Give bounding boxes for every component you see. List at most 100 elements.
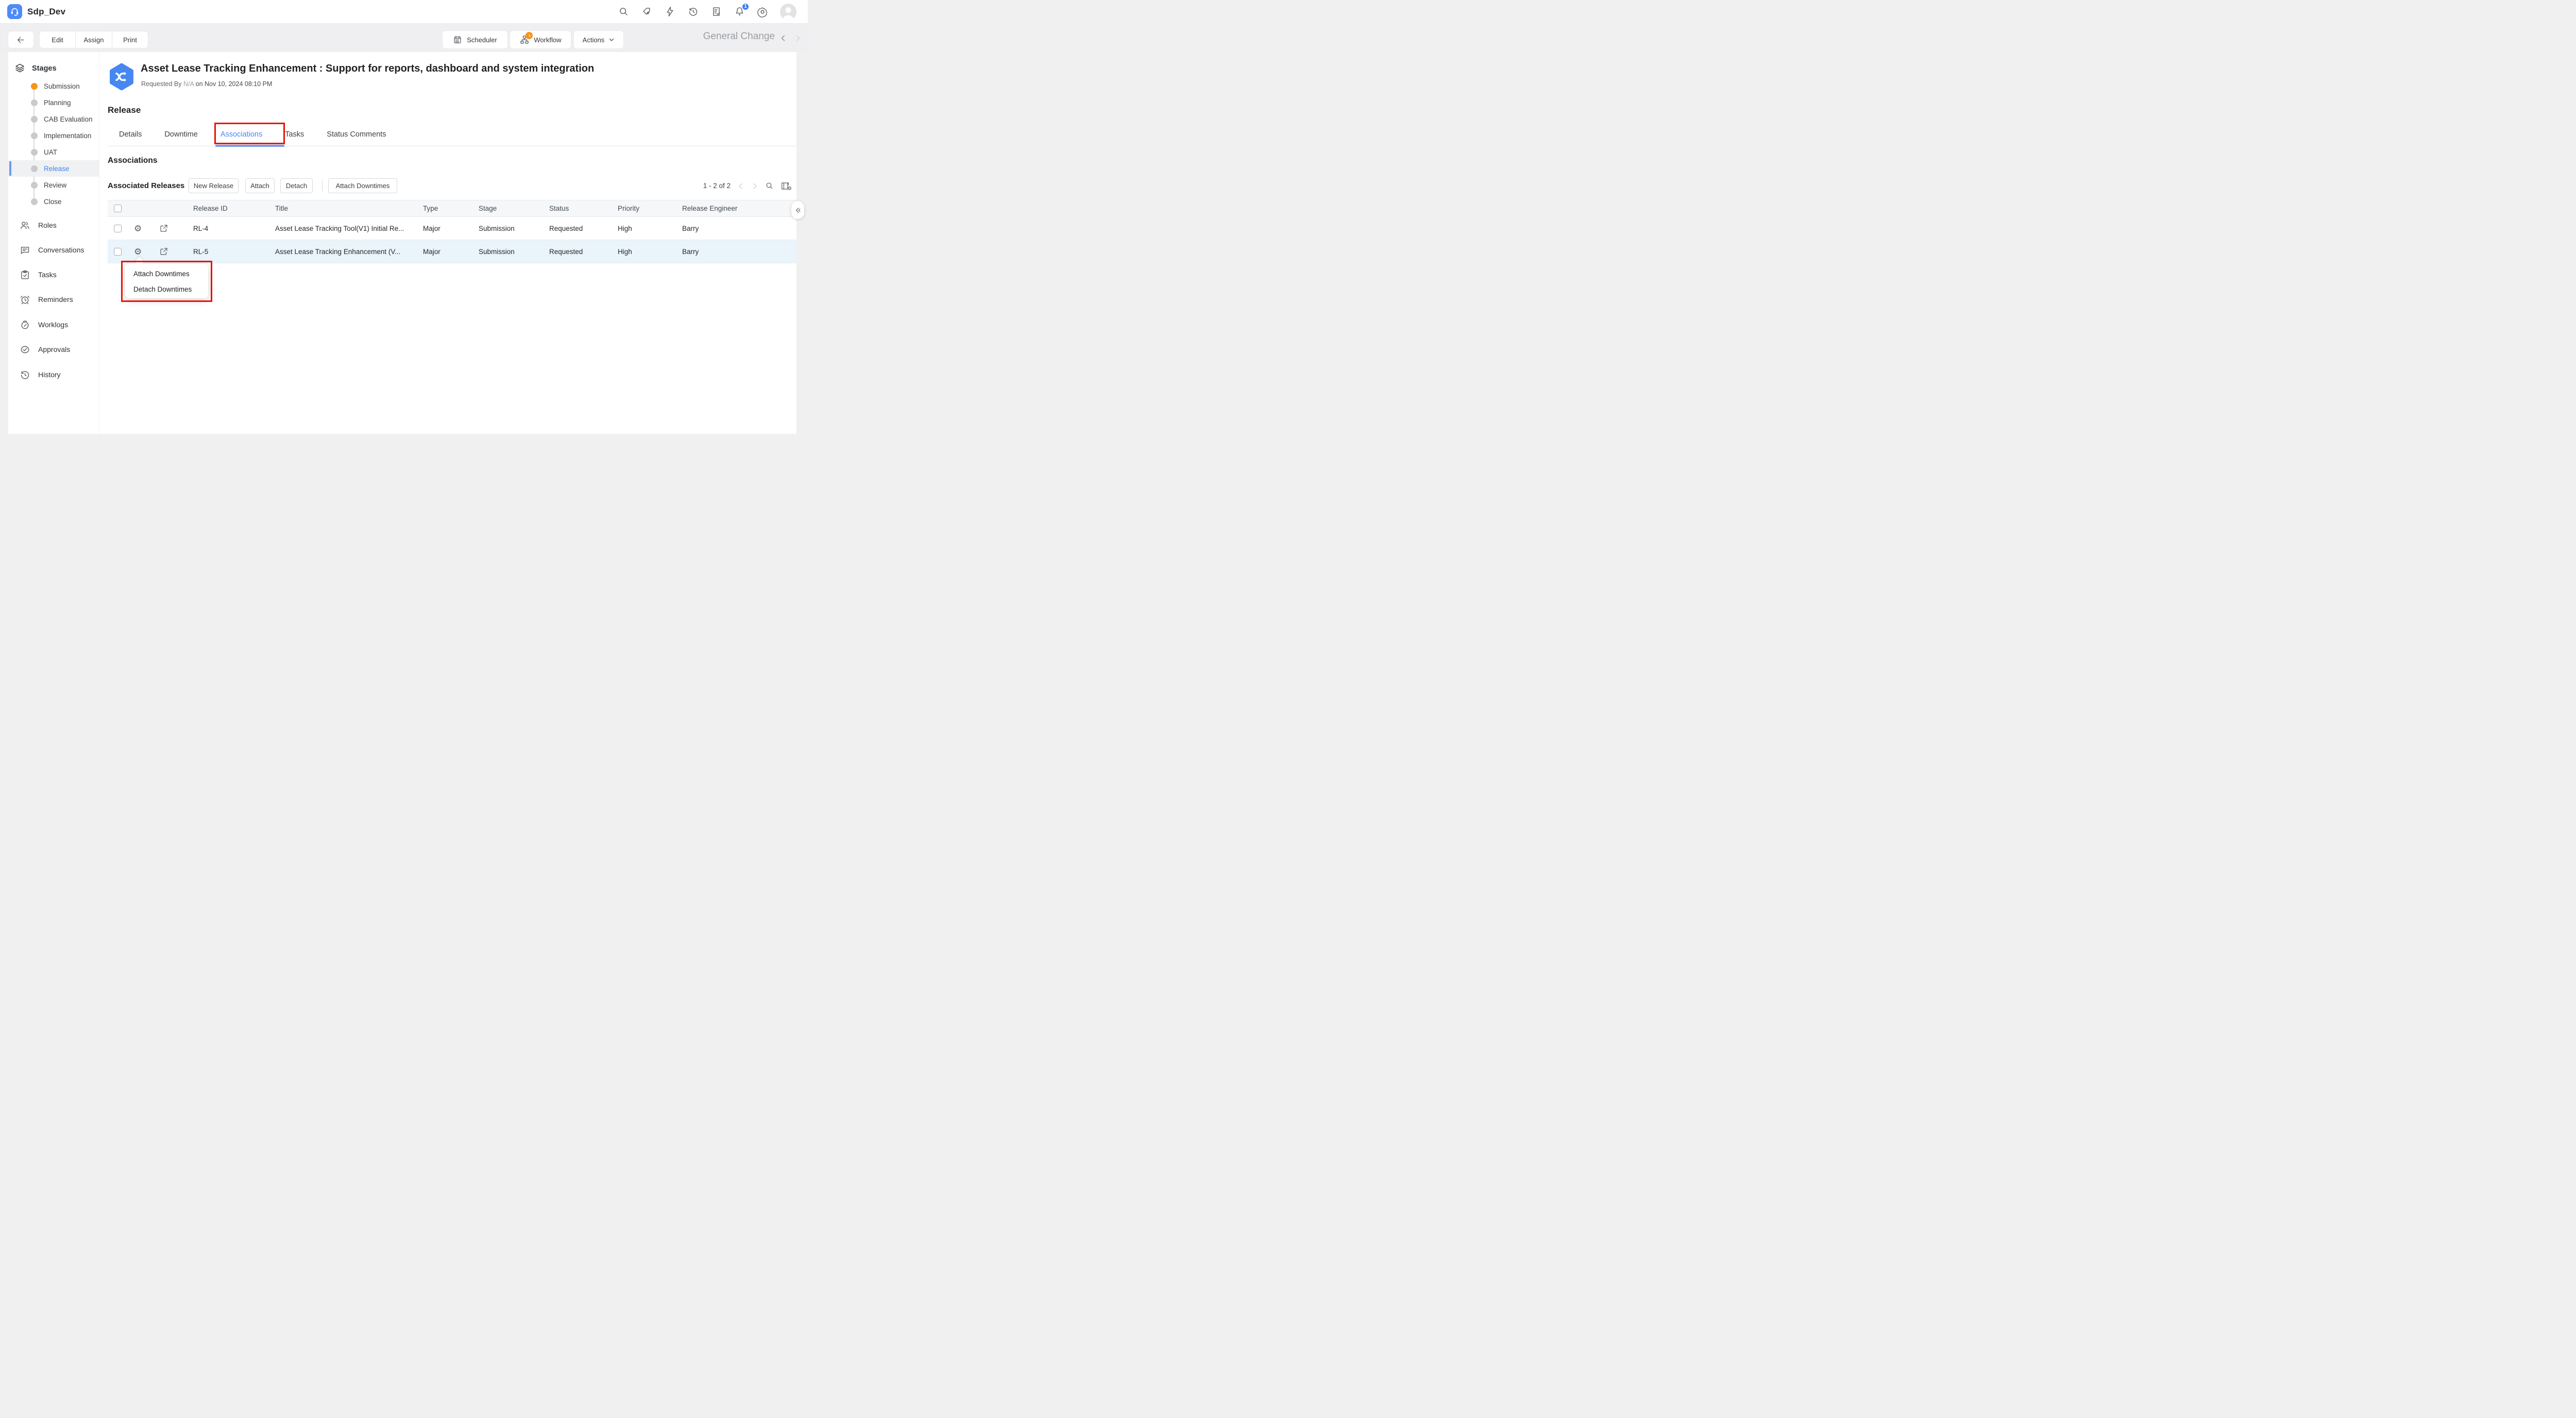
recent-history-icon[interactable] xyxy=(687,6,699,18)
sidebar-item-approvals[interactable]: Approvals xyxy=(8,341,99,358)
col-type[interactable]: Type xyxy=(423,205,479,212)
global-search-icon[interactable] xyxy=(618,6,629,18)
cell-status: Requested xyxy=(549,248,618,256)
stage-item-release-active[interactable]: Release xyxy=(8,160,99,177)
template-add-icon[interactable] xyxy=(641,6,652,18)
requested-by-label: Requested By xyxy=(141,80,182,88)
stage-item-planning[interactable]: Planning xyxy=(8,94,99,111)
page-previous-chevron[interactable] xyxy=(737,182,744,190)
sidebar-item-history[interactable]: History xyxy=(8,366,99,383)
user-avatar[interactable] xyxy=(780,4,796,20)
sidebar-item-tasks[interactable]: Tasks xyxy=(8,266,99,283)
cell-stage: Submission xyxy=(479,225,549,232)
people-icon xyxy=(20,220,30,231)
sidebar-item-label: Roles xyxy=(38,221,57,229)
open-in-new-icon[interactable] xyxy=(159,224,168,233)
stage-dot xyxy=(31,99,38,106)
stage-label: Submission xyxy=(44,82,80,90)
previous-record-chevron[interactable] xyxy=(778,32,788,44)
workflow-button[interactable]: Workflow xyxy=(510,31,571,48)
cell-release-id[interactable]: RL-5 xyxy=(193,248,275,256)
tab-tasks[interactable]: Tasks xyxy=(285,130,304,139)
back-button[interactable] xyxy=(8,31,33,48)
sidebar-item-reminders[interactable]: Reminders xyxy=(8,291,99,308)
stage-dot xyxy=(31,132,38,139)
scheduler-button[interactable]: Scheduler xyxy=(443,31,507,48)
sidebar-item-conversations[interactable]: Conversations xyxy=(8,241,99,259)
double-chevron-left-icon xyxy=(794,206,802,214)
print-button[interactable]: Print xyxy=(112,31,148,48)
settings-gear-icon[interactable] xyxy=(757,6,768,18)
record-type-label: General Change xyxy=(703,31,775,42)
stage-label: CAB Evaluation xyxy=(44,115,93,123)
cell-release-id[interactable]: RL-4 xyxy=(193,225,275,232)
stage-item-review[interactable]: Review xyxy=(8,177,99,193)
col-release-id[interactable]: Release ID xyxy=(193,205,275,212)
table-row-rl4[interactable]: ⚙ RL-4 Asset Lease Tracking Tool(V1) Ini… xyxy=(108,217,796,240)
select-row-checkbox[interactable] xyxy=(114,225,122,232)
tab-downtime[interactable]: Downtime xyxy=(164,130,197,139)
detach-button[interactable]: Detach xyxy=(280,178,313,193)
select-all-checkbox[interactable] xyxy=(114,205,122,212)
cell-priority: High xyxy=(618,248,682,256)
sidebar-item-label: Approvals xyxy=(38,345,70,353)
col-status[interactable]: Status xyxy=(549,205,618,212)
cell-title[interactable]: Asset Lease Tracking Enhancement (V... xyxy=(275,248,423,256)
calendar-icon xyxy=(453,35,462,44)
associated-releases-title: Associated Releases xyxy=(108,181,184,190)
annotation-box-associations-tab xyxy=(214,123,285,144)
workflow-button-label: Workflow xyxy=(534,36,561,44)
quick-actions-bolt-icon[interactable] xyxy=(664,6,675,18)
tab-status-comments[interactable]: Status Comments xyxy=(327,130,386,139)
stage-item-implementation[interactable]: Implementation xyxy=(8,127,99,144)
active-tab-underline xyxy=(215,145,284,147)
list-search-icon[interactable] xyxy=(765,181,774,190)
new-release-button[interactable]: New Release xyxy=(189,178,239,193)
col-title[interactable]: Title xyxy=(275,205,423,212)
assign-button[interactable]: Assign xyxy=(76,31,112,48)
col-stage[interactable]: Stage xyxy=(479,205,549,212)
stage-item-uat[interactable]: UAT xyxy=(8,144,99,160)
column-settings-icon[interactable]: ⚙ xyxy=(781,181,790,191)
expand-side-panel-button[interactable] xyxy=(791,201,804,219)
scheduler-button-label: Scheduler xyxy=(467,36,497,44)
sidebar-item-worklogs[interactable]: Worklogs xyxy=(8,316,99,333)
chevron-down-icon xyxy=(608,37,615,43)
approvals-form-icon[interactable] xyxy=(710,6,722,18)
page-next-chevron[interactable] xyxy=(751,182,758,190)
sidebar-item-roles[interactable]: Roles xyxy=(8,216,99,234)
clipboard-check-icon xyxy=(20,269,30,280)
stage-item-cab-evaluation[interactable]: CAB Evaluation xyxy=(8,111,99,127)
stage-label: UAT xyxy=(44,148,57,156)
stage-dot xyxy=(31,165,38,172)
timer-icon xyxy=(20,319,30,330)
edit-button[interactable]: Edit xyxy=(40,31,75,48)
requested-by-value[interactable]: N/A xyxy=(183,80,194,88)
cell-title[interactable]: Asset Lease Tracking Tool(V1) Initial Re… xyxy=(275,225,423,232)
associations-heading: Associations xyxy=(108,156,157,165)
stage-dot xyxy=(31,116,38,123)
sidebar-item-label: Reminders xyxy=(38,295,73,303)
sidebar-item-label: History xyxy=(38,370,61,379)
select-row-checkbox[interactable] xyxy=(114,248,122,256)
notifications-bell-icon[interactable]: 1 xyxy=(734,6,745,18)
stage-item-close[interactable]: Close xyxy=(8,193,99,210)
stage-item-submission[interactable]: Submission xyxy=(8,78,99,94)
open-in-new-icon[interactable] xyxy=(159,247,168,256)
row-actions-gear-icon[interactable]: ⚙ xyxy=(134,247,154,256)
tab-details[interactable]: Details xyxy=(119,130,142,139)
actions-button[interactable]: Actions xyxy=(574,31,623,48)
app-logo[interactable] xyxy=(7,4,22,19)
stages-label: Stages xyxy=(32,64,57,73)
sidebar-item-label: Worklogs xyxy=(38,320,68,329)
attach-downtimes-button[interactable]: Attach Downtimes xyxy=(328,178,397,193)
table-row-rl5-selected[interactable]: ⚙ RL-5 Asset Lease Tracking Enhancement … xyxy=(108,240,796,263)
col-priority[interactable]: Priority xyxy=(618,205,682,212)
stage-dot-current xyxy=(31,83,38,90)
stage-dot xyxy=(31,149,38,156)
col-release-engineer[interactable]: Release Engineer xyxy=(682,205,796,212)
person-silhouette-icon xyxy=(780,4,796,20)
next-record-chevron[interactable] xyxy=(792,32,803,44)
attach-button[interactable]: Attach xyxy=(245,178,275,193)
row-actions-gear-icon[interactable]: ⚙ xyxy=(134,224,154,233)
